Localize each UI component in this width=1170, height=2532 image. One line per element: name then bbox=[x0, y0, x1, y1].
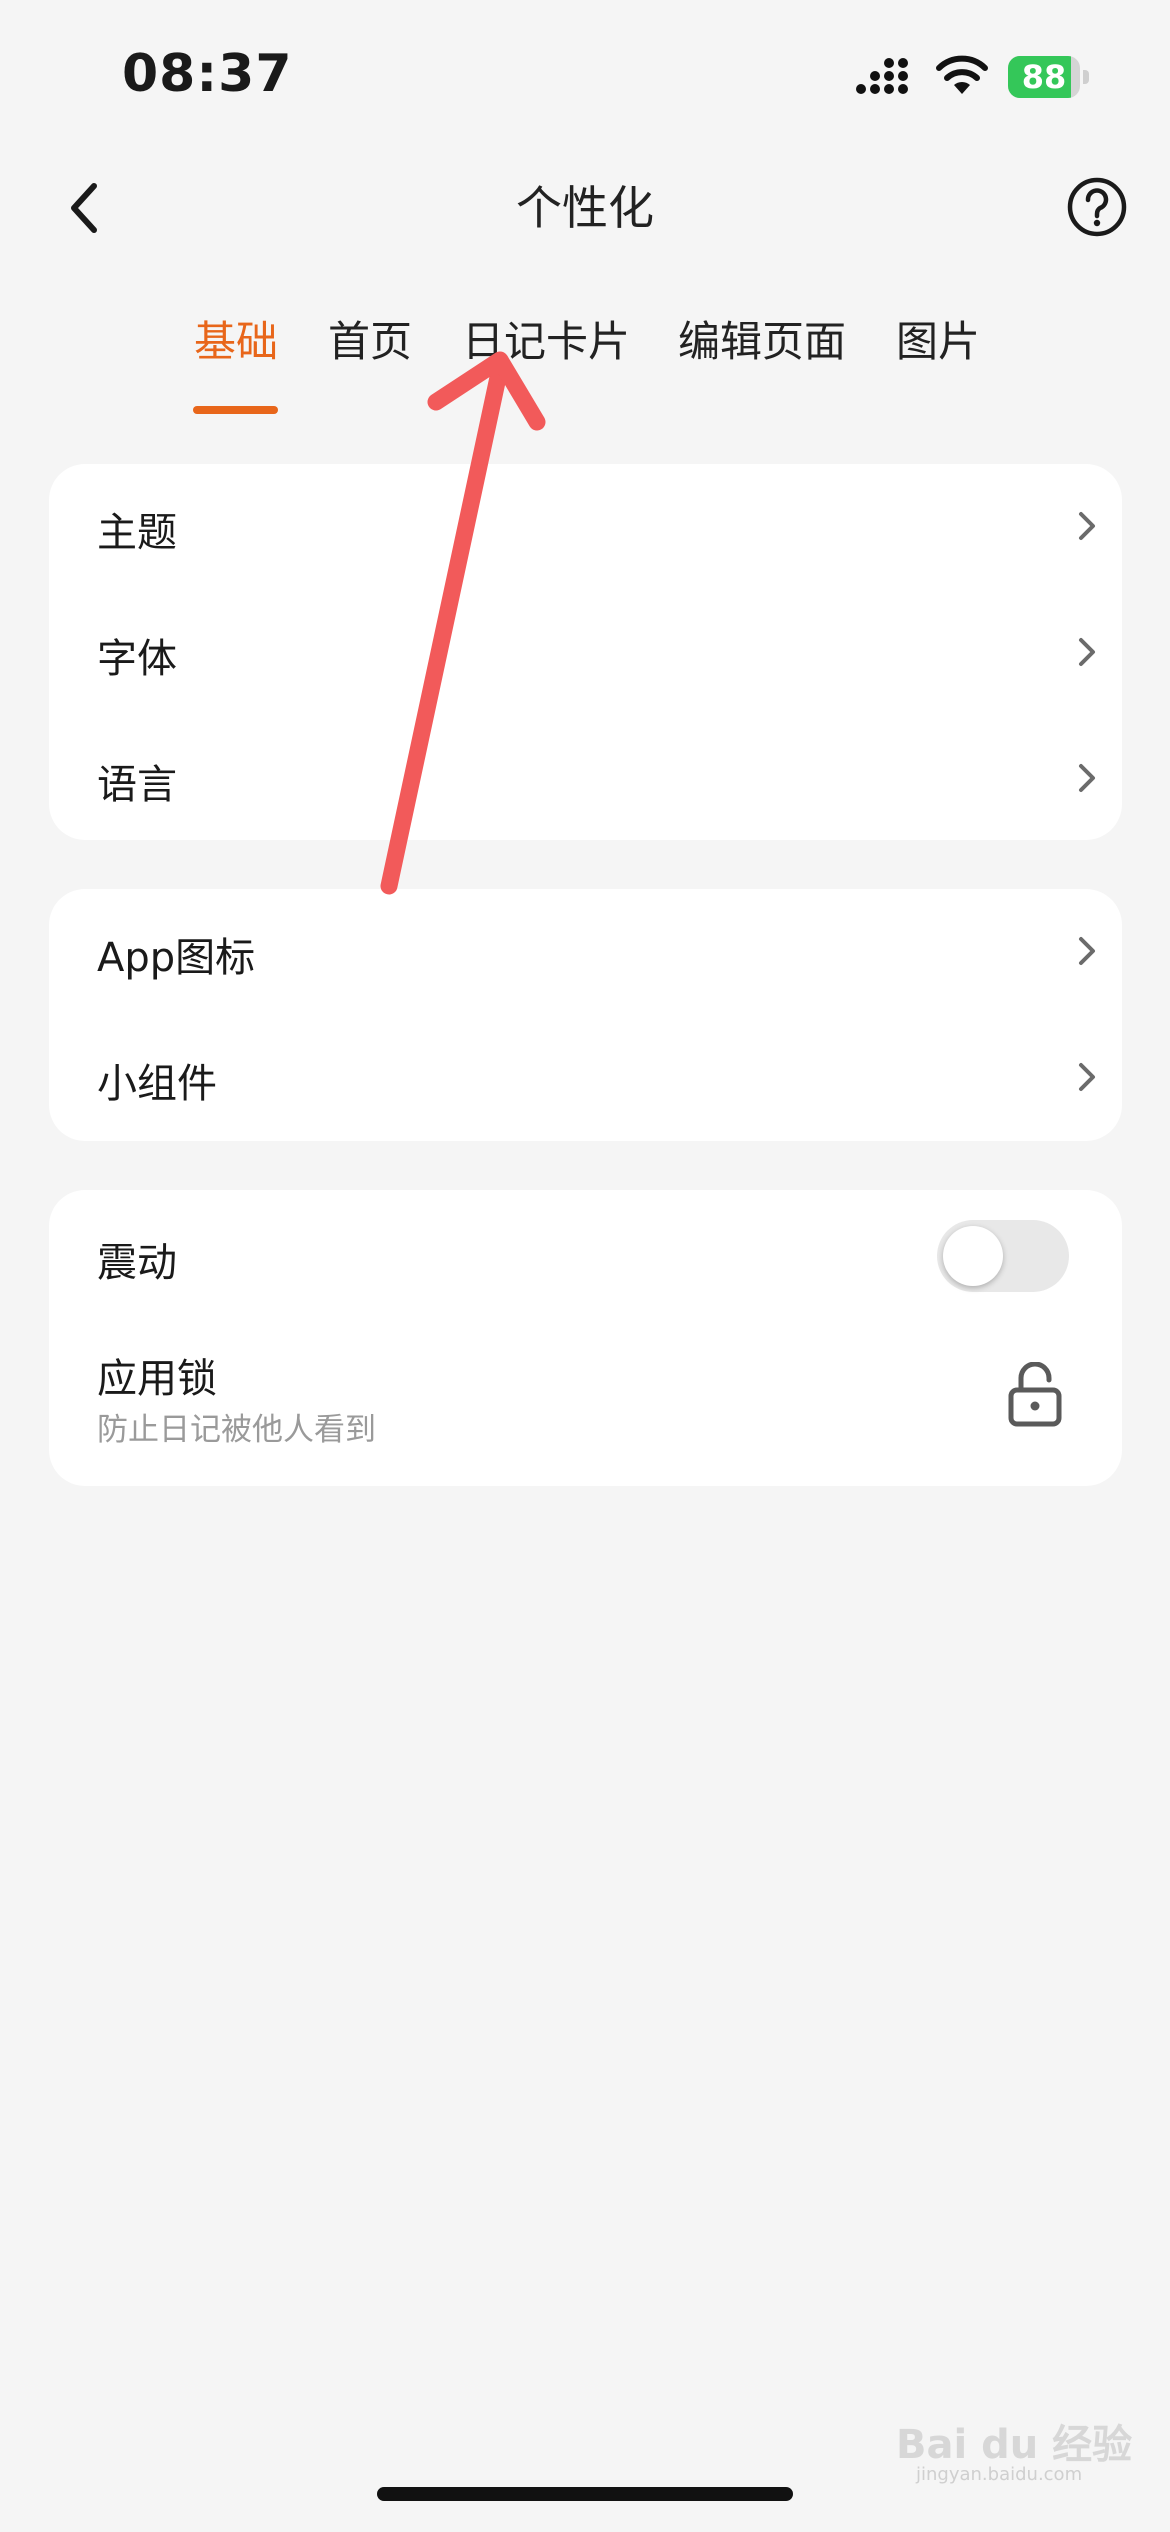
row-theme-label: 主题 bbox=[97, 510, 177, 556]
toggle-knob bbox=[943, 1226, 1003, 1286]
tab-bar: 基础 首页 日记卡片 编辑页面 图片 bbox=[0, 308, 1170, 418]
lock-icon bbox=[1008, 1362, 1062, 1427]
chevron-right-icon bbox=[1079, 1063, 1095, 1091]
status-time: 08:37 bbox=[122, 44, 293, 104]
help-button[interactable] bbox=[1066, 176, 1128, 238]
battery-icon: 88 bbox=[1008, 56, 1090, 98]
status-bar: 08:37 88 bbox=[0, 0, 1170, 150]
row-vibration-label: 震动 bbox=[97, 1240, 177, 1286]
watermark-url: jingyan.baidu.com bbox=[916, 2464, 1083, 2485]
row-app-lock-description: 防止日记被他人看到 bbox=[97, 1412, 376, 1448]
tab-edit-page[interactable]: 编辑页面 bbox=[678, 308, 846, 369]
page-title: 个性化 bbox=[516, 181, 654, 235]
row-app-icon-label: App图标 bbox=[97, 935, 256, 981]
chevron-right-icon bbox=[1079, 937, 1095, 965]
row-theme[interactable]: 主题 bbox=[49, 464, 1122, 590]
watermark-logo: Bai du 经验 jingyan.baidu.com bbox=[896, 2400, 1156, 2485]
row-font-label: 字体 bbox=[97, 636, 177, 682]
cellular-signal-icon bbox=[856, 58, 908, 94]
tab-basic[interactable]: 基础 bbox=[194, 308, 278, 369]
tab-images[interactable]: 图片 bbox=[896, 308, 980, 369]
chevron-right-icon bbox=[1079, 638, 1095, 666]
tab-home[interactable]: 首页 bbox=[328, 308, 412, 369]
row-widgets[interactable]: 小组件 bbox=[49, 1015, 1122, 1141]
active-tab-indicator bbox=[193, 406, 278, 414]
row-language[interactable]: 语言 bbox=[49, 716, 1122, 840]
watermark-text: Bai du 经验 bbox=[896, 2422, 1133, 2468]
row-app-lock-label: 应用锁 bbox=[97, 1356, 217, 1402]
tab-diary-card[interactable]: 日记卡片 bbox=[462, 308, 630, 369]
settings-group-app: App图标 小组件 bbox=[49, 889, 1122, 1141]
row-language-label: 语言 bbox=[97, 762, 177, 808]
row-widgets-label: 小组件 bbox=[97, 1061, 217, 1107]
row-font[interactable]: 字体 bbox=[49, 590, 1122, 716]
row-app-lock[interactable]: 应用锁 防止日记被他人看到 bbox=[49, 1320, 1122, 1486]
home-indicator[interactable] bbox=[377, 2487, 793, 2501]
chevron-right-icon bbox=[1079, 764, 1095, 792]
settings-group-appearance: 主题 字体 语言 bbox=[49, 464, 1122, 840]
wifi-icon bbox=[936, 55, 988, 94]
vibration-toggle[interactable] bbox=[937, 1220, 1069, 1292]
chevron-right-icon bbox=[1079, 512, 1095, 540]
row-app-icon[interactable]: App图标 bbox=[49, 889, 1122, 1015]
settings-group-security: 震动 应用锁 防止日记被他人看到 bbox=[49, 1190, 1122, 1486]
row-vibration: 震动 bbox=[49, 1190, 1122, 1320]
battery-percent: 88 bbox=[1021, 58, 1067, 96]
